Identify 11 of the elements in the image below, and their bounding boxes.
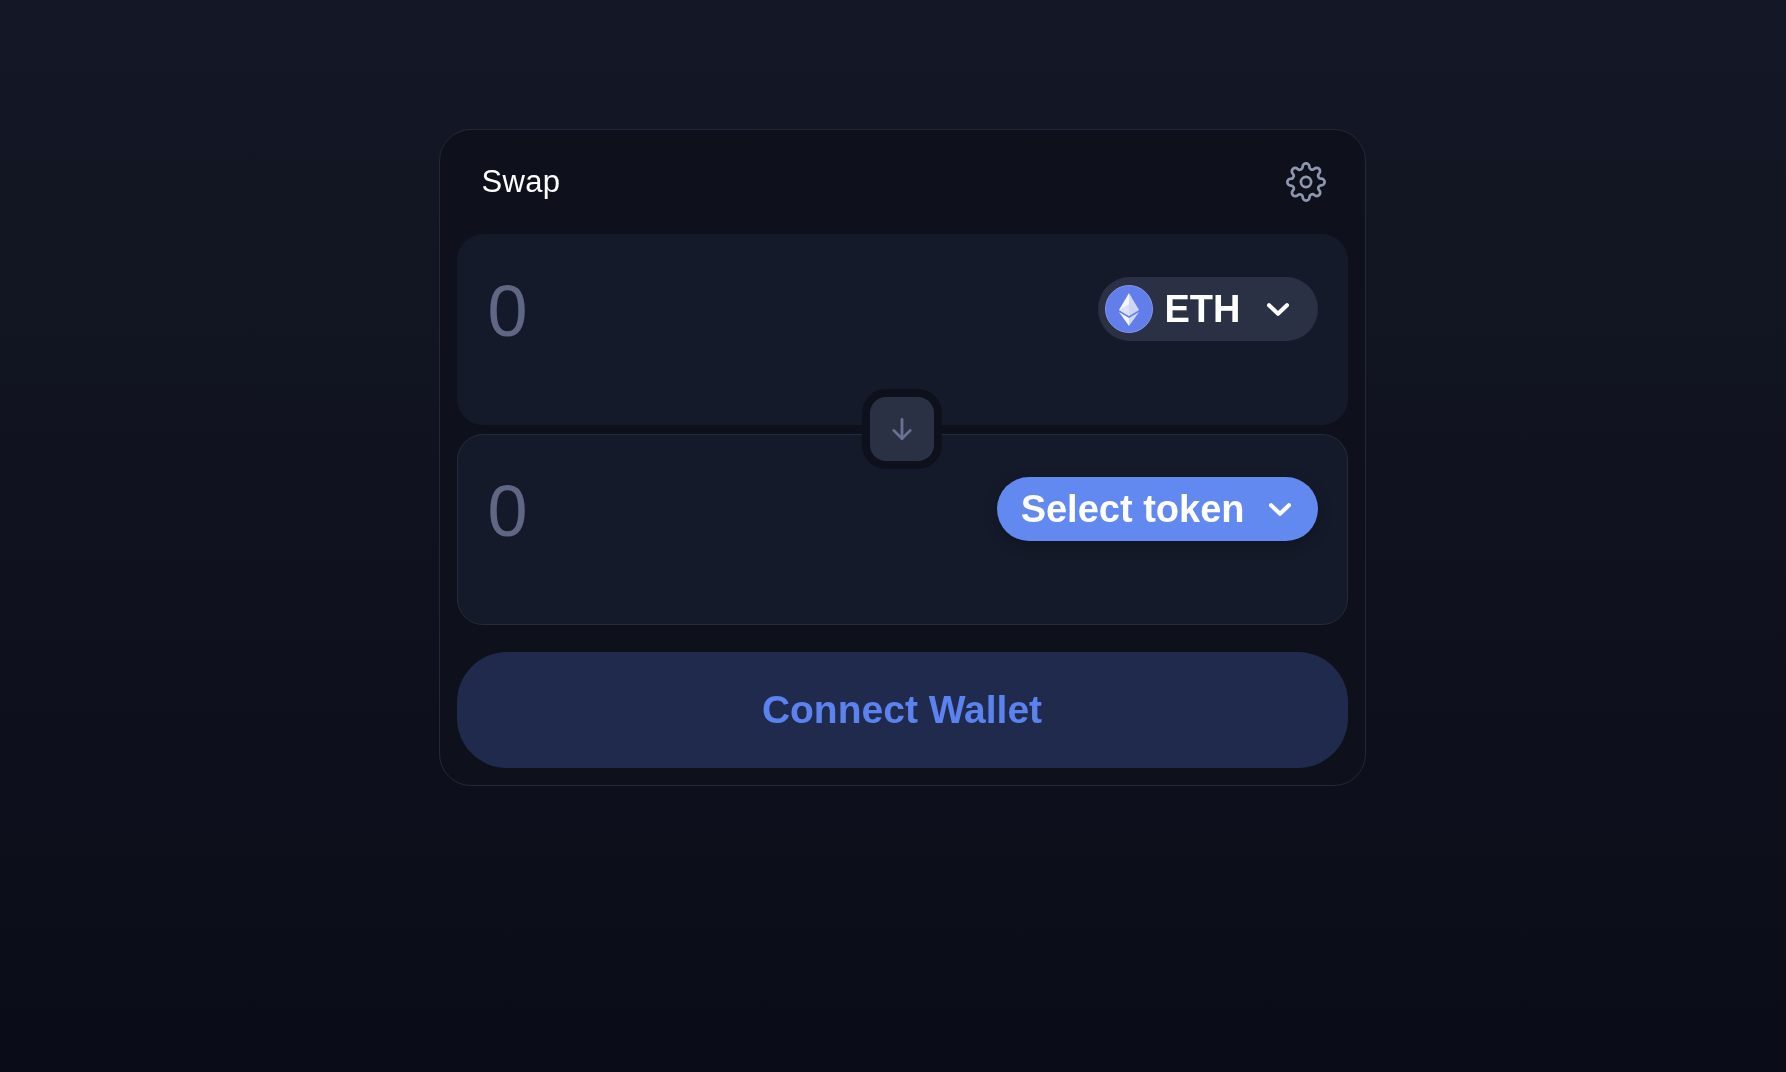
token-logo-icon <box>1104 285 1153 333</box>
amount-input[interactable]: 0 <box>487 477 868 545</box>
amount-input[interactable]: 0 <box>487 277 868 345</box>
chevron-down-icon <box>1266 302 1289 316</box>
card-title: Swap <box>481 164 561 200</box>
connect-wallet-button[interactable]: Connect Wallet <box>456 652 1348 768</box>
token-select-button[interactable]: ETH <box>1097 277 1318 341</box>
chevron-down-icon <box>1268 502 1291 516</box>
arrow-down-icon <box>891 418 913 440</box>
settings-icon[interactable] <box>1285 162 1326 202</box>
select-token-button[interactable]: Select token <box>996 477 1318 541</box>
